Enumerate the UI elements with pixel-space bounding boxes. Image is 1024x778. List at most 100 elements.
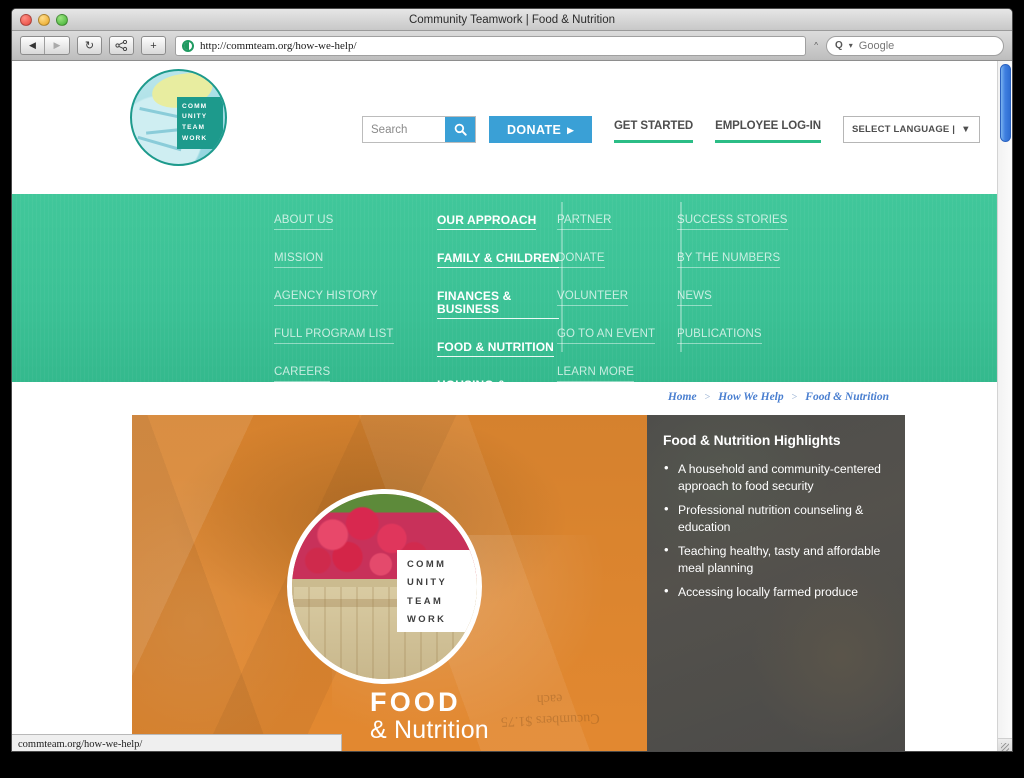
hero-title: FOOD & Nutrition bbox=[370, 687, 489, 744]
nav-buttons[interactable]: ◀ ▶ bbox=[20, 36, 70, 55]
window-titlebar: Community Teamwork | Food & Nutrition bbox=[12, 9, 1012, 31]
utility-bar: DONATE ▸ GET STARTED EMPLOYEE LOG-IN SEL… bbox=[362, 116, 980, 143]
reload-icon: ↻ bbox=[84, 40, 95, 52]
share-icon bbox=[115, 40, 128, 51]
mega-item-food-nutrition[interactable]: FOOD & NUTRITION bbox=[437, 341, 554, 357]
site-search[interactable] bbox=[362, 116, 476, 143]
highlight-item: Professional nutrition counseling & educ… bbox=[663, 501, 888, 535]
address-bar[interactable]: http://commteam.org/how-we-help/ bbox=[175, 35, 807, 56]
resize-grip[interactable] bbox=[998, 738, 1012, 751]
hero-produce-sign: Cucumbers $1.75 each bbox=[500, 690, 600, 729]
status-bar-url: commteam.org/how-we-help/ bbox=[18, 738, 143, 750]
breadcrumb-bar: Home > How We Help > Food & Nutrition bbox=[12, 382, 997, 415]
forward-button[interactable]: ▶ bbox=[45, 37, 69, 54]
address-bar-url: http://commteam.org/how-we-help/ bbox=[200, 39, 357, 52]
status-bar: commteam.org/how-we-help/ bbox=[12, 734, 342, 751]
breadcrumb-separator: > bbox=[704, 391, 711, 403]
logo-line-4: WORK bbox=[182, 134, 208, 142]
window-controls[interactable] bbox=[20, 14, 68, 26]
web-page: COMM UNITY TEAM WORK Search DONATE ▸ GET… bbox=[12, 61, 997, 751]
vertical-scrollbar[interactable] bbox=[997, 61, 1012, 751]
mega-item-finances-business[interactable]: FINANCES & BUSINESS bbox=[437, 290, 559, 319]
search-input[interactable] bbox=[363, 117, 445, 142]
breadcrumb-item-food-nutrition: Food & Nutrition bbox=[805, 391, 889, 403]
search-engine-caret-icon[interactable]: ▾ bbox=[849, 41, 853, 50]
search-submit-button[interactable] bbox=[445, 117, 475, 142]
mega-item-about-us[interactable]: ABOUT US bbox=[274, 214, 334, 230]
hero-image-panel: Cucumbers $1.75 each COMM UNITY TEAM WOR… bbox=[132, 415, 647, 751]
site-favicon-icon bbox=[182, 39, 194, 52]
donate-arrow-icon: ▸ bbox=[567, 123, 574, 137]
zoom-window-button[interactable] bbox=[56, 14, 68, 26]
breadcrumb-separator: > bbox=[791, 391, 798, 403]
browser-search-field[interactable]: Q ▾ Google bbox=[826, 35, 1004, 56]
highlight-item: Accessing locally farmed produce bbox=[663, 583, 888, 601]
get-started-label: GET STARTED bbox=[613, 119, 694, 132]
donate-button[interactable]: DONATE ▸ bbox=[489, 116, 592, 143]
mega-menu-columns: ABOUT US MISSION AGENCY HISTORY FULL PRO… bbox=[12, 202, 997, 484]
reload-button[interactable]: ↻ bbox=[77, 36, 102, 55]
mega-item-volunteer[interactable]: VOLUNTEER bbox=[557, 290, 629, 306]
window-title: Community Teamwork | Food & Nutrition bbox=[408, 14, 615, 26]
magnifier-icon: Q bbox=[835, 40, 843, 51]
highlights-panel: Food & Nutrition Highlights A household … bbox=[647, 415, 905, 751]
hero-banner: Cucumbers $1.75 each COMM UNITY TEAM WOR… bbox=[132, 415, 905, 751]
share-button[interactable] bbox=[109, 36, 134, 55]
employee-login-link[interactable]: EMPLOYEE LOG-IN bbox=[715, 116, 821, 143]
scrollbar-thumb[interactable] bbox=[1000, 64, 1011, 142]
mega-column-our-organization: ABOUT US MISSION AGENCY HISTORY FULL PRO… bbox=[274, 214, 434, 404]
plus-icon: + bbox=[150, 39, 157, 52]
site-header: COMM UNITY TEAM WORK Search DONATE ▸ GET… bbox=[12, 61, 997, 216]
browser-window: Community Teamwork | Food & Nutrition ◀ … bbox=[11, 8, 1013, 752]
close-window-button[interactable] bbox=[20, 14, 32, 26]
mega-item-full-program-list[interactable]: FULL PROGRAM LIST bbox=[274, 328, 394, 344]
mega-item-learn-more[interactable]: LEARN MORE bbox=[557, 366, 635, 382]
hero-section: Cucumbers $1.75 each COMM UNITY TEAM WOR… bbox=[12, 415, 997, 751]
badge-line-1: COMM bbox=[407, 557, 447, 569]
logo-line-1: COMM bbox=[182, 102, 208, 110]
language-selector[interactable]: SELECT LANGUAGE | ▼ bbox=[842, 116, 980, 143]
mega-item-family-children[interactable]: FAMILY & CHILDREN bbox=[437, 252, 559, 268]
highlight-item: A household and community-centered appro… bbox=[663, 460, 888, 494]
mega-item-mission[interactable]: MISSION bbox=[274, 252, 324, 268]
minimize-window-button[interactable] bbox=[38, 14, 50, 26]
mega-column-our-impact: SUCCESS STORIES BY THE NUMBERS NEWS PUBL… bbox=[677, 214, 827, 366]
badge-line-4: WORK bbox=[407, 612, 447, 624]
mega-menu: ABOUT US MISSION AGENCY HISTORY FULL PRO… bbox=[12, 194, 997, 484]
logo-wordmark: COMM UNITY TEAM WORK bbox=[177, 97, 223, 149]
add-bookmark-button[interactable]: + bbox=[141, 36, 166, 55]
browser-toolbar: ◀ ▶ ↻ + http://commteam.org/how-we-help/… bbox=[12, 31, 1012, 61]
mega-item-agency-history[interactable]: AGENCY HISTORY bbox=[274, 290, 378, 306]
highlights-list: A household and community-centered appro… bbox=[663, 460, 888, 601]
mega-item-donate[interactable]: DONATE bbox=[557, 252, 605, 268]
highlights-title: Food & Nutrition Highlights bbox=[663, 433, 841, 448]
breadcrumb: Home > How We Help > Food & Nutrition bbox=[668, 391, 889, 403]
breadcrumb-item-home[interactable]: Home bbox=[668, 391, 697, 403]
hero-circle-badge: COMM UNITY TEAM WORK bbox=[287, 489, 482, 684]
mega-item-go-to-an-event[interactable]: GO TO AN EVENT bbox=[557, 328, 656, 344]
breadcrumb-item-how-we-help[interactable]: How We Help bbox=[718, 391, 783, 403]
logo-line-3: TEAM bbox=[182, 124, 206, 131]
site-logo[interactable]: COMM UNITY TEAM WORK bbox=[130, 69, 227, 166]
search-history-caret-icon[interactable]: ^ bbox=[814, 41, 818, 50]
logo-river-3 bbox=[137, 135, 181, 151]
employee-login-label: EMPLOYEE LOG-IN bbox=[715, 119, 821, 132]
mega-item-our-approach[interactable]: OUR APPROACH bbox=[437, 214, 537, 230]
mega-item-careers[interactable]: CAREERS bbox=[274, 366, 331, 382]
badge-line-2: UNITY bbox=[407, 576, 448, 588]
donate-label: DONATE bbox=[507, 122, 562, 137]
hero-title-line-2: & Nutrition bbox=[370, 716, 489, 744]
mega-item-news[interactable]: NEWS bbox=[677, 290, 712, 306]
mega-item-success-stories[interactable]: SUCCESS STORIES bbox=[677, 214, 788, 230]
mega-item-publications[interactable]: PUBLICATIONS bbox=[677, 328, 762, 344]
highlight-item: Teaching healthy, tasty and affordable m… bbox=[663, 542, 888, 576]
mega-item-partner[interactable]: PARTNER bbox=[557, 214, 612, 230]
mega-column-you-can-help: PARTNER DONATE VOLUNTEER GO TO AN EVENT … bbox=[557, 214, 677, 404]
badge-line-3: TEAM bbox=[407, 594, 444, 606]
search-icon bbox=[454, 123, 467, 136]
logo-line-2: UNITY bbox=[182, 113, 208, 121]
mega-item-by-the-numbers[interactable]: BY THE NUMBERS bbox=[677, 252, 781, 268]
get-started-link[interactable]: GET STARTED bbox=[613, 116, 694, 143]
browser-search-placeholder: Google bbox=[858, 39, 895, 52]
back-button[interactable]: ◀ bbox=[21, 37, 45, 54]
